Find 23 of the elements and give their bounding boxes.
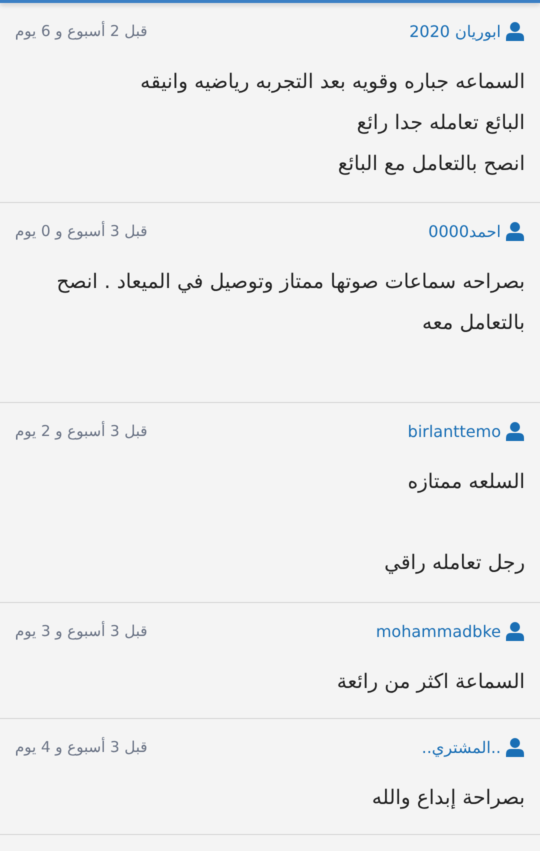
user-icon (505, 421, 525, 441)
review-time: قبل 3 أسبوع و 4 يوم (15, 738, 148, 756)
review-text: السلعه ممتازه (406, 468, 525, 495)
review-text: انصح بالتعامل مع البائع (336, 150, 525, 177)
user-icon (505, 21, 525, 41)
review-time: قبل 3 أسبوع و 3 يوم (15, 622, 148, 640)
review-time: قبل 3 أسبوع و 2 يوم (15, 422, 148, 440)
review-text: بصراحة إبداع والله (370, 784, 525, 811)
user-icon (505, 737, 525, 757)
username-link[interactable]: ابوريان 2020 (409, 21, 525, 41)
review-text: البائع تعامله جدا رائع (356, 109, 525, 136)
review-text: بصراحه سماعات صوتها ممتاز وتوصيل في الميعاد . انصح بالتعامل معه (55, 268, 525, 336)
review-text: السماعه جباره وقويه بعد التجربه رياضيه وانيقه (139, 68, 525, 95)
user-icon (505, 221, 525, 241)
username-link[interactable]: ..المشتري.. (422, 737, 525, 757)
username-link[interactable]: mohammadbke (376, 621, 525, 641)
review-time: قبل 2 أسبوع و 6 يوم (15, 22, 148, 40)
review-text: رجل تعامله راقي (383, 549, 525, 576)
user-icon (505, 621, 525, 641)
username-link[interactable]: احمد0000 (428, 221, 525, 241)
username-link[interactable]: birlanttemo (408, 421, 525, 441)
review-text: السماعة اكثر من رائعة (336, 668, 525, 695)
review-time: قبل 3 أسبوع و 0 يوم (15, 222, 148, 240)
